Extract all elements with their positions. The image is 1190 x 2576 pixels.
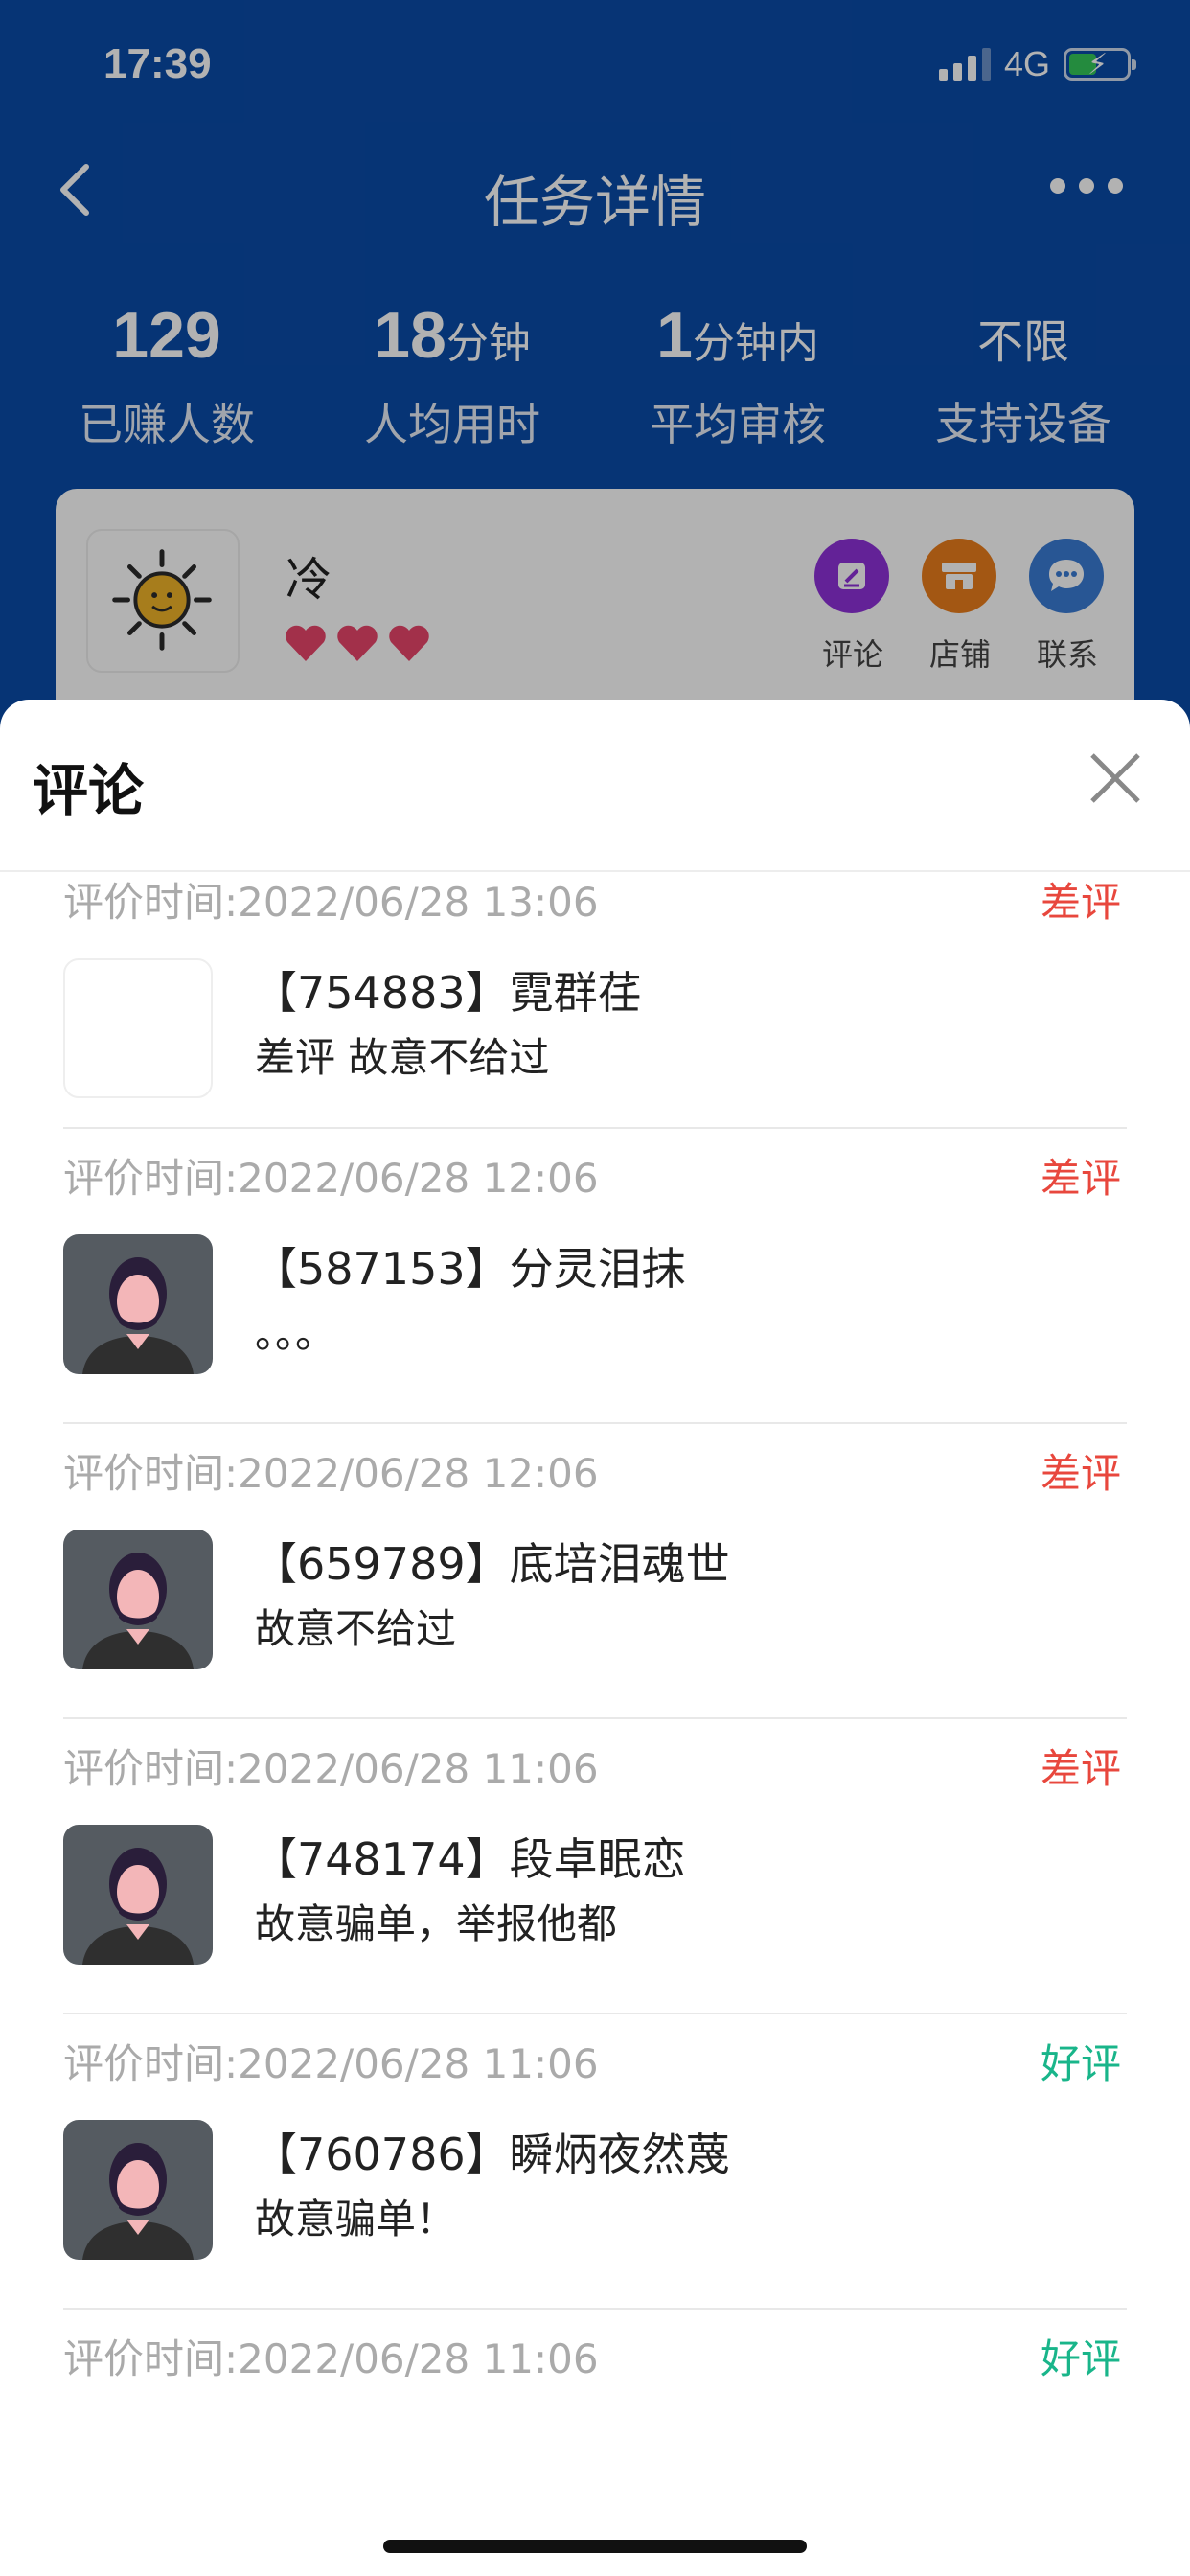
comment-message: 故意骗单，举报他都 xyxy=(255,1900,618,1947)
avatar xyxy=(63,2120,213,2260)
comment-message: 故意不给过 xyxy=(255,1605,457,1652)
comment-time: 评价时间:2022/06/28 11:06 xyxy=(63,2040,599,2087)
comment-item: 评价时间:2022/06/28 12:06 差评 【587153】分灵泪抹 。。… xyxy=(63,1129,1127,1424)
comment-item: 评价时间:2022/06/28 11:06 好评 xyxy=(63,2310,1127,2576)
avatar xyxy=(63,1234,213,1374)
close-icon[interactable] xyxy=(1087,749,1144,807)
comment-message: 差评 故意不给过 xyxy=(255,1034,550,1081)
user-avatar-icon xyxy=(63,1530,213,1669)
comment-time: 评价时间:2022/06/28 12:06 xyxy=(63,1155,599,1202)
avatar xyxy=(63,958,213,1098)
user-avatar-icon xyxy=(63,1234,213,1374)
comment-time: 评价时间:2022/06/28 13:06 xyxy=(63,879,599,926)
comment-message: 故意骗单！ xyxy=(255,2196,457,2242)
sheet-title: 评论 xyxy=(33,758,145,823)
comment-user: 【748174】段卓眠恋 xyxy=(253,1833,686,1885)
comment-user: 【587153】分灵泪抹 xyxy=(253,1243,686,1295)
comment-rating: 好评 xyxy=(1040,2040,1121,2087)
comment-user: 【659789】底培泪魂世 xyxy=(253,1538,730,1590)
comment-rating: 好评 xyxy=(1040,2335,1121,2382)
avatar xyxy=(63,1825,213,1965)
user-avatar-icon xyxy=(63,2120,213,2260)
comment-list: 评价时间:2022/06/28 13:06 差评 【754883】霓群荏 差评 … xyxy=(63,872,1127,2576)
comment-time: 评价时间:2022/06/28 12:06 xyxy=(63,1450,599,1497)
comment-time: 评价时间:2022/06/28 11:06 xyxy=(63,2335,599,2382)
avatar xyxy=(63,1530,213,1669)
comment-user: 【754883】霓群荏 xyxy=(253,967,642,1019)
comment-message: 。。。 xyxy=(255,1310,336,1357)
comment-item: 评价时间:2022/06/28 12:06 差评 【659789】底培泪魂世 故… xyxy=(63,1424,1127,1719)
sheet-header: 评论 xyxy=(0,700,1190,872)
home-indicator[interactable] xyxy=(383,2540,807,2553)
user-avatar-icon xyxy=(63,1825,213,1965)
comment-item: 评价时间:2022/06/28 13:06 差评 【754883】霓群荏 差评 … xyxy=(63,853,1127,1129)
comments-sheet: 评论 评价时间:2022/06/28 13:06 差评 【754883】霓群荏 … xyxy=(0,700,1190,2576)
comment-rating: 差评 xyxy=(1040,1155,1121,1202)
comment-user: 【760786】瞬炳夜然蔑 xyxy=(253,2128,730,2180)
comment-rating: 差评 xyxy=(1040,1450,1121,1497)
comment-item: 评价时间:2022/06/28 11:06 差评 【748174】段卓眠恋 故意… xyxy=(63,1719,1127,2014)
comment-rating: 差评 xyxy=(1040,879,1121,926)
comment-time: 评价时间:2022/06/28 11:06 xyxy=(63,1745,599,1792)
comment-item: 评价时间:2022/06/28 11:06 好评 【760786】瞬炳夜然蔑 故… xyxy=(63,2014,1127,2310)
comment-rating: 差评 xyxy=(1040,1745,1121,1792)
